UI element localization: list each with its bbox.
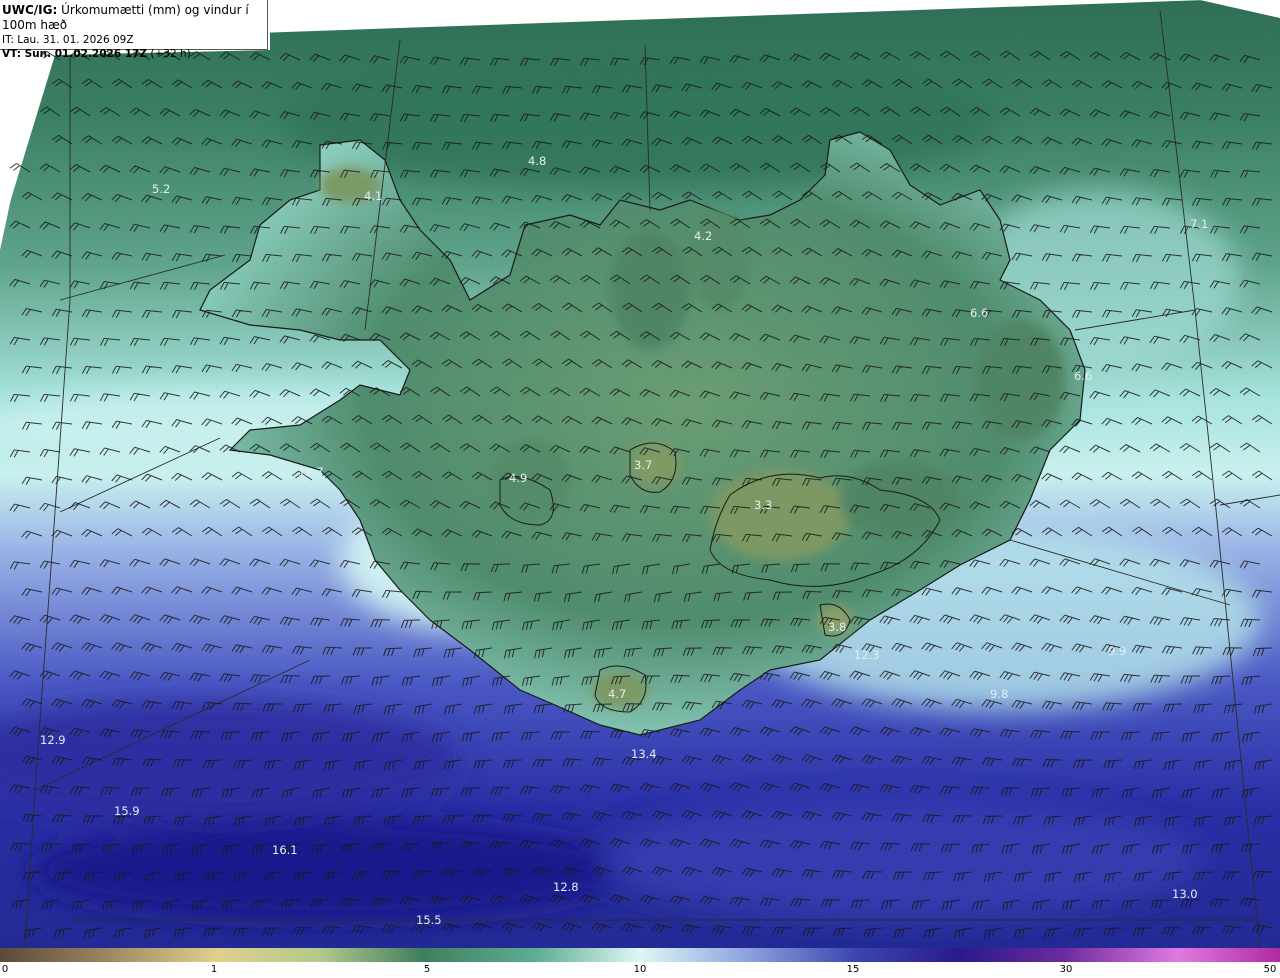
value-label: 4.2 <box>694 229 712 243</box>
colorbar-tick: 15 <box>846 964 860 975</box>
lead-time: (+32 h) <box>150 48 191 60</box>
value-label: 12.8 <box>553 880 579 894</box>
value-label: 4.8 <box>528 154 546 168</box>
value-label: 9.9 <box>1108 644 1126 658</box>
value-label: 4.9 <box>509 471 527 485</box>
value-label: 9.8 <box>990 687 1008 701</box>
value-label: 15.5 <box>416 913 442 927</box>
value-label: 12.9 <box>40 733 66 747</box>
value-label: 13.4 <box>631 747 657 761</box>
value-label: 4.7 <box>608 687 626 701</box>
value-label: 15.9 <box>114 804 140 818</box>
value-label: 3.3 <box>754 498 772 512</box>
colorbar-tick: 1 <box>210 964 218 975</box>
model-label: UWC/IG: <box>2 3 58 17</box>
colorbar-tick: 0 <box>1 964 9 975</box>
value-label: 5.2 <box>152 182 170 196</box>
value-label: 16.1 <box>272 843 298 857</box>
precipitation-map: 5.2 4.1 4.8 4.2 7.1 6.6 6.6 4.9 3.7 3.3 … <box>0 0 1280 962</box>
value-label: 6.6 <box>970 306 988 320</box>
colorbar-tick: 5 <box>423 964 431 975</box>
value-label: 12.3 <box>854 648 880 662</box>
colorbar <box>0 948 1280 962</box>
value-label: 12.7 <box>298 465 324 479</box>
value-label: 4.1 <box>364 189 382 203</box>
value-label: 3.7 <box>634 458 652 472</box>
colorbar-tick: 10 <box>633 964 647 975</box>
info-box: UWC/IG: Úrkomumætti (mm) og vindur í 100… <box>0 0 268 60</box>
value-label: 13.0 <box>1172 887 1198 901</box>
value-label: 7.1 <box>1190 217 1208 231</box>
init-time: IT: Lau. 31. 01. 2026 09Z <box>2 34 134 46</box>
value-label: 6.6 <box>1074 369 1092 383</box>
value-label: 3.8 <box>828 620 846 634</box>
colorbar-labels: 0 1 5 10 15 30 50 <box>0 962 1280 978</box>
colorbar-tick: 50 <box>1263 964 1277 975</box>
valid-time: VT: Sun. 01.02.2026 17Z <box>2 48 148 60</box>
colorbar-tick: 30 <box>1059 964 1073 975</box>
